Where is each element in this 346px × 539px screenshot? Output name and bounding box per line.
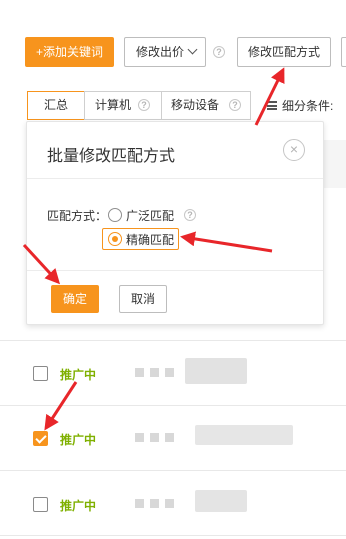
arrow-annotation — [44, 381, 78, 431]
annotation-arrows — [22, 67, 285, 431]
arrow-annotation — [254, 67, 285, 126]
arrow-annotation — [180, 231, 273, 253]
arrow-annotation — [22, 243, 61, 285]
